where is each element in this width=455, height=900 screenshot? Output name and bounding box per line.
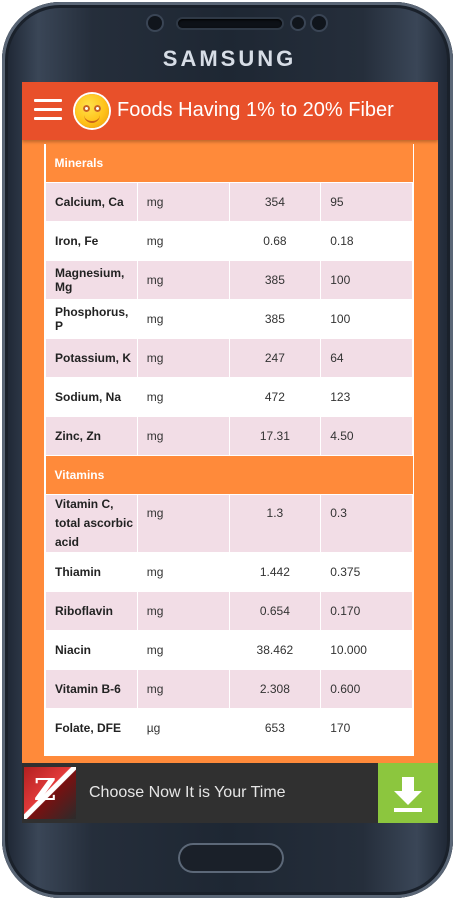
nutrient-unit: mg [136,552,230,592]
nutrient-serving-value: 4.50 [320,416,413,456]
table-row: Vitamin B-6 mg 2.308 0.600 [45,669,413,709]
smiley-logo-icon [75,94,109,128]
nutrient-unit: µg [136,708,230,748]
right-accent-border [416,144,420,756]
nutrient-value: 0.68 [228,221,322,261]
nutrient-serving-value: 100 [320,260,413,300]
front-camera [148,16,162,30]
nutrient-serving-value: 95 [320,182,413,222]
nutrient-serving-value: 10.000 [320,630,413,670]
table-row: Riboflavin mg 0.654 0.170 [45,591,413,631]
table-row: Phosphorus, P mg 385 100 [45,299,413,339]
page-title: Foods Having 1% to 20% Fiber [117,99,394,121]
nutrient-unit: mg [136,221,230,261]
nutrient-unit: mg [136,669,230,709]
nutrient-value: 354 [228,182,322,222]
nutrient-name: Zinc, Zn [45,416,138,456]
table-row: Sodium, Na mg 472 123 [45,377,413,417]
light-sensor [312,16,326,30]
nutrient-name: Riboflavin [45,591,138,631]
nutrient-serving-value: 170 [320,708,413,748]
table-row: Calcium, Ca mg 354 95 [45,182,413,222]
nutrient-value: 385 [228,260,322,300]
hamburger-icon[interactable] [34,99,62,121]
nutrient-serving-value: 0.375 [320,552,413,592]
nutrient-serving-value: 123 [320,377,413,417]
nutrient-value: 653 [228,708,322,748]
table-row: Potassium, K mg 247 64 [45,338,413,378]
table-row: Thiamin mg 1.442 0.375 [45,552,413,592]
nutrient-serving-value: 64 [320,338,413,378]
nutrient-name: Thiamin [45,552,138,592]
nutrient-name: Vitamin B-6 [45,669,138,709]
nutrient-value: 38.462 [228,630,322,670]
nutrient-value: 385 [228,299,322,339]
nutrient-serving-value: 0.170 [320,591,413,631]
nutrient-unit: mg [136,377,230,417]
nutrient-value: 472 [228,377,322,417]
nutrient-value: 1.3 [228,494,322,553]
device-brand: SAMSUNG [162,46,297,71]
nutrient-unit: mg [136,591,230,631]
nutrient-name: Sodium, Na [45,377,138,417]
section-header-minerals: Minerals [45,144,413,183]
ad-thumbnail-letter: Z [34,773,56,808]
download-button[interactable] [378,763,438,823]
phone-frame: SAMSUNG Foods Having 1% to 20% Fiber Min… [2,2,453,898]
proximity-sensor [292,17,304,29]
home-button[interactable] [178,843,284,873]
table-row: Magnesium, Mg mg 385 100 [45,260,413,300]
nutrient-value: 2.308 [228,669,322,709]
nutrient-serving-value: 100 [320,299,413,339]
table-row: Folate, DFE µg 653 170 [45,708,413,748]
ad-text[interactable]: Choose Now It is Your Time [89,784,286,802]
nutrient-name: Magnesium, Mg [45,260,138,300]
nutrient-name: Vitamin C, total ascorbic acid [45,494,138,553]
table-row: Vitamin C, total ascorbic acid mg 1.3 0.… [45,494,413,553]
nutrient-name: Folate, DFE [45,708,138,748]
nutrient-unit: mg [136,338,230,378]
nutrient-name: Phosphorus, P [45,299,138,339]
nutrient-unit: mg [136,416,230,456]
ad-thumbnail[interactable]: Z [24,767,76,819]
nutrient-name: Calcium, Ca [45,182,138,222]
section-title: Vitamins [45,455,413,495]
table-row: Iron, Fe mg 0.68 0.18 [45,221,413,261]
nutrient-value: 247 [228,338,322,378]
ad-banner[interactable]: Z Choose Now It is Your Time [22,763,438,823]
nutrient-name: Niacin [45,630,138,670]
nutrient-serving-value: 0.3 [320,494,413,553]
download-icon [394,777,422,812]
section-title: Minerals [45,144,413,183]
section-header-vitamins: Vitamins [45,455,413,495]
nutrient-serving-value: 0.600 [320,669,413,709]
nutrient-unit: mg [136,494,230,553]
nutrient-name: Iron, Fe [45,221,138,261]
nutrient-value: 0.654 [228,591,322,631]
nutrient-unit: mg [136,299,230,339]
earpiece-speaker [178,19,282,28]
app-bar: Foods Having 1% to 20% Fiber [22,82,438,140]
nutrient-unit: mg [136,182,230,222]
nutrient-name: Potassium, K [45,338,138,378]
nutrient-value: 17.31 [228,416,322,456]
nutrition-table-container[interactable]: Minerals Calcium, Ca mg 354 95 Iron, Fe … [44,144,414,756]
nutrient-unit: mg [136,260,230,300]
nutrition-table: Minerals Calcium, Ca mg 354 95 Iron, Fe … [45,144,413,748]
nutrient-serving-value: 0.18 [320,221,413,261]
app-screen: Foods Having 1% to 20% Fiber Minerals Ca… [22,82,438,823]
table-row: Niacin mg 38.462 10.000 [45,630,413,670]
nutrient-value: 1.442 [228,552,322,592]
nutrient-unit: mg [136,630,230,670]
table-row: Zinc, Zn mg 17.31 4.50 [45,416,413,456]
